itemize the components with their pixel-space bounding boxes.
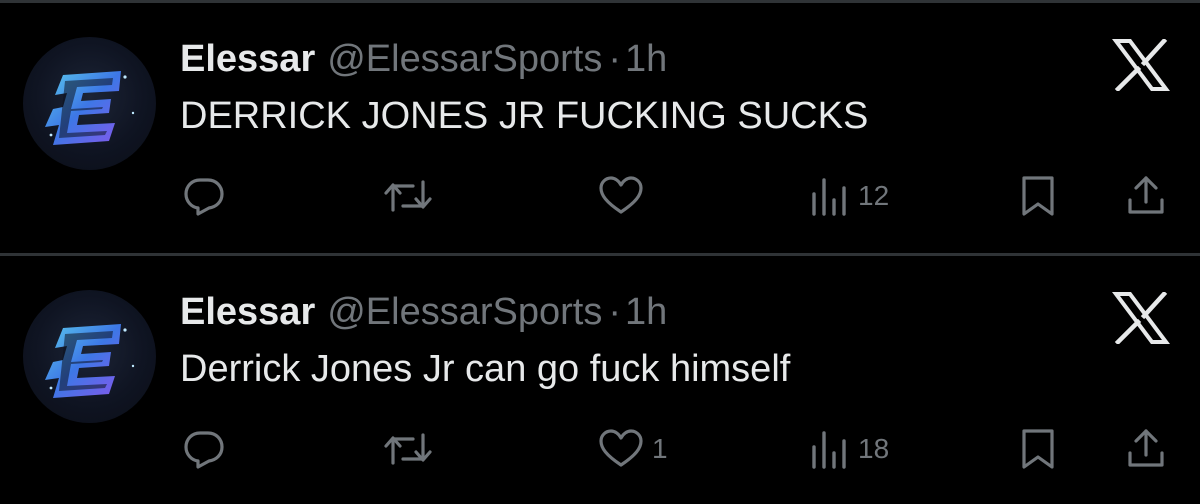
- reply-icon: [184, 431, 224, 469]
- retweet-icon: [384, 180, 432, 212]
- elessar-logo-icon: [45, 71, 135, 145]
- avatar[interactable]: [23, 290, 156, 423]
- x-logo-icon: [1112, 39, 1170, 91]
- bookmark-button[interactable]: [1018, 171, 1058, 221]
- views-button[interactable]: 18: [810, 424, 889, 474]
- timestamp[interactable]: 1h: [625, 286, 667, 338]
- retweet-icon: [384, 433, 432, 465]
- share-icon: [1128, 176, 1164, 214]
- share-button[interactable]: [1124, 424, 1168, 474]
- avatar[interactable]: [23, 37, 156, 170]
- like-button[interactable]: [598, 171, 652, 221]
- reply-button[interactable]: [182, 171, 226, 221]
- share-button[interactable]: [1124, 171, 1168, 221]
- reply-icon: [184, 178, 224, 216]
- bookmark-icon: [1022, 429, 1054, 469]
- timestamp[interactable]: 1h: [625, 33, 667, 85]
- elessar-logo-icon: [45, 324, 135, 398]
- heart-icon: [599, 429, 643, 467]
- tweet-text: DERRICK JONES JR FUCKING SUCKS: [180, 95, 869, 137]
- tweet-card[interactable]: Elessar @ElessarSports · 1h DERRICK JONE…: [0, 3, 1200, 253]
- x-logo-icon: [1112, 292, 1170, 344]
- heart-icon: [599, 176, 643, 214]
- bookmark-button[interactable]: [1018, 424, 1058, 474]
- share-icon: [1128, 429, 1164, 467]
- bookmark-icon: [1022, 176, 1054, 216]
- views-button[interactable]: 12: [810, 171, 889, 221]
- retweet-button[interactable]: [383, 424, 433, 474]
- like-count: 1: [652, 433, 668, 464]
- view-count: 18: [858, 433, 890, 464]
- author-name[interactable]: Elessar: [180, 33, 315, 85]
- author-name[interactable]: Elessar: [180, 286, 315, 338]
- author-handle[interactable]: @ElessarSports: [327, 33, 602, 85]
- views-chart-icon: [812, 431, 846, 469]
- separator: ·: [608, 38, 622, 80]
- reply-button[interactable]: [182, 424, 226, 474]
- views-chart-icon: [812, 178, 846, 216]
- separator: ·: [608, 291, 622, 333]
- retweet-button[interactable]: [383, 171, 433, 221]
- tweet-header: Elessar @ElessarSports · 1h: [180, 286, 667, 338]
- like-button[interactable]: 1: [598, 424, 668, 474]
- author-handle[interactable]: @ElessarSports: [327, 286, 602, 338]
- tweet-card[interactable]: Elessar @ElessarSports · 1h Derrick Jone…: [0, 256, 1200, 504]
- view-count: 12: [858, 180, 890, 211]
- tweet-header: Elessar @ElessarSports · 1h: [180, 33, 667, 85]
- tweet-text: Derrick Jones Jr can go fuck himself: [180, 348, 791, 390]
